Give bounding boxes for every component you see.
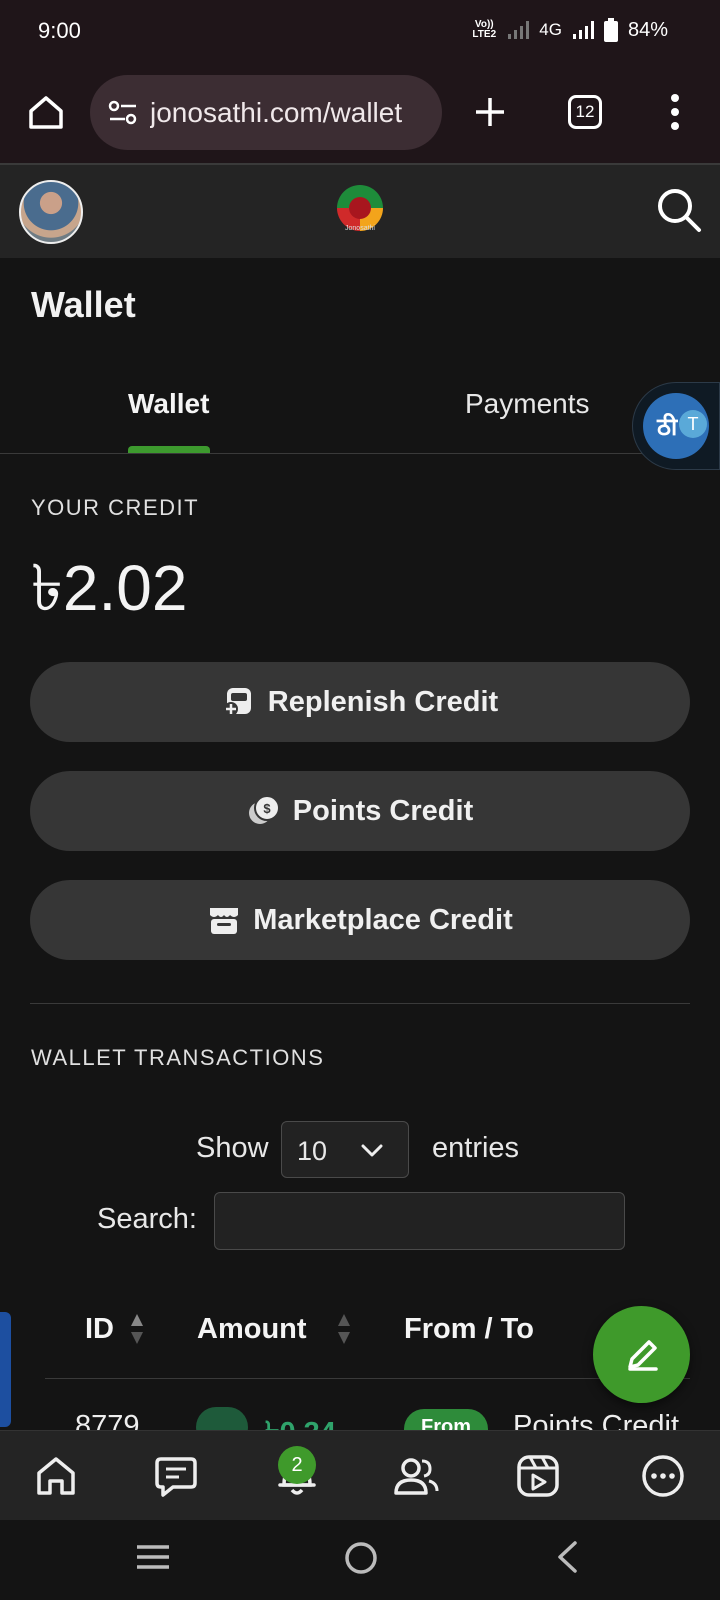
site-settings-icon[interactable] <box>108 100 138 126</box>
status-icons: Vo)) LTE2 4G 84% <box>471 18 668 42</box>
url-text: jonosathi.com/wallet <box>150 97 403 128</box>
compose-button[interactable] <box>593 1306 690 1403</box>
table-row[interactable]: 8779 ৳0.34 From Points Credit <box>0 1395 720 1430</box>
points-credit-label: Points Credit <box>292 794 474 827</box>
avatar[interactable] <box>19 180 83 244</box>
table-header-divider <box>45 1378 690 1379</box>
battery-percent: 84% <box>627 18 668 41</box>
translate-hindi-glyph: ठी <box>657 414 678 441</box>
replenish-credit-button[interactable]: Replenish Credit <box>30 662 690 742</box>
direction-badge: From <box>404 1409 488 1430</box>
more-icon[interactable] <box>640 1453 686 1499</box>
page-title: Wallet <box>31 284 136 325</box>
logo-text: Jonosathi <box>345 225 375 232</box>
row-amount: ৳0.34 <box>265 1410 336 1430</box>
credit-label: YOUR CREDIT <box>31 495 200 520</box>
status-bar: 9:00 Vo)) LTE2 4G 84% <box>0 0 720 62</box>
tab-bar: Wallet Payments <box>0 360 720 454</box>
tab-switcher-button[interactable]: 12 <box>568 95 602 129</box>
svg-text:$: $ <box>263 801 271 816</box>
home-icon[interactable] <box>33 1453 79 1499</box>
reels-icon[interactable] <box>515 1453 561 1499</box>
show-label: Show <box>196 1132 269 1164</box>
app-header: Jonosathi <box>0 165 720 258</box>
active-tab-indicator <box>128 446 210 453</box>
notification-badge: 2 <box>278 1446 316 1484</box>
browser-toolbar: jonosathi.com/wallet 12 <box>0 62 720 165</box>
search-input[interactable] <box>214 1192 625 1250</box>
tab-count: 12 <box>575 102 595 121</box>
sort-icon[interactable] <box>130 1312 144 1346</box>
tab-wallet[interactable]: Wallet <box>128 388 209 420</box>
volte-indicator: Vo)) LTE2 <box>472 19 497 40</box>
entries-select[interactable]: 10 <box>281 1121 409 1178</box>
home-circle-icon[interactable] <box>343 1540 379 1576</box>
back-icon[interactable] <box>555 1540 579 1574</box>
side-edge-handle[interactable] <box>0 1312 11 1427</box>
direction-label: From <box>421 1416 471 1430</box>
chat-icon[interactable] <box>153 1453 199 1499</box>
column-header-id[interactable]: ID <box>85 1313 114 1346</box>
signal-weak-icon <box>508 21 530 39</box>
replenish-icon <box>223 688 251 716</box>
system-nav-bar <box>0 1520 720 1600</box>
marketplace-credit-button[interactable]: Marketplace Credit <box>30 880 690 960</box>
translate-widget[interactable]: ठी T <box>632 382 720 470</box>
address-bar[interactable]: jonosathi.com/wallet <box>90 75 442 150</box>
new-tab-icon[interactable] <box>473 95 507 129</box>
column-header-from-to[interactable]: From / To <box>404 1313 534 1346</box>
battery-icon <box>603 18 618 42</box>
replenish-credit-label: Replenish Credit <box>267 685 499 718</box>
recents-icon[interactable] <box>135 1542 171 1572</box>
row-id: 8779 <box>75 1410 140 1430</box>
pencil-icon <box>628 1340 658 1371</box>
entries-select-value: 10 <box>297 1136 328 1166</box>
section-divider <box>30 1003 690 1004</box>
tab-payments[interactable]: Payments <box>465 388 590 420</box>
overflow-menu-icon[interactable] <box>668 92 682 132</box>
column-header-amount[interactable]: Amount <box>197 1313 307 1346</box>
marketplace-credit-label: Marketplace Credit <box>253 903 513 936</box>
chevron-down-icon <box>361 1144 383 1157</box>
network-type: 4G <box>539 20 562 39</box>
entries-label: entries <box>432 1132 520 1164</box>
search-label: Search: <box>97 1203 197 1235</box>
translate-icon: ठी T <box>643 393 709 459</box>
friends-icon[interactable] <box>393 1453 439 1499</box>
coins-icon: $ <box>248 795 280 824</box>
row-party: Points Credit <box>513 1410 680 1430</box>
credit-amount: ৳2.02 <box>31 552 188 624</box>
translate-latin-glyph: T <box>679 410 707 438</box>
signal-strong-icon <box>572 21 594 39</box>
search-icon[interactable] <box>656 187 702 233</box>
points-credit-button[interactable]: $ Points Credit <box>30 771 690 851</box>
status-time: 9:00 <box>38 18 81 43</box>
bottom-nav <box>0 1430 720 1520</box>
credit-in-icon <box>196 1407 248 1430</box>
home-icon[interactable] <box>27 93 65 131</box>
transactions-label: WALLET TRANSACTIONS <box>31 1045 325 1070</box>
sort-icon[interactable] <box>337 1312 351 1346</box>
store-icon <box>210 908 239 934</box>
